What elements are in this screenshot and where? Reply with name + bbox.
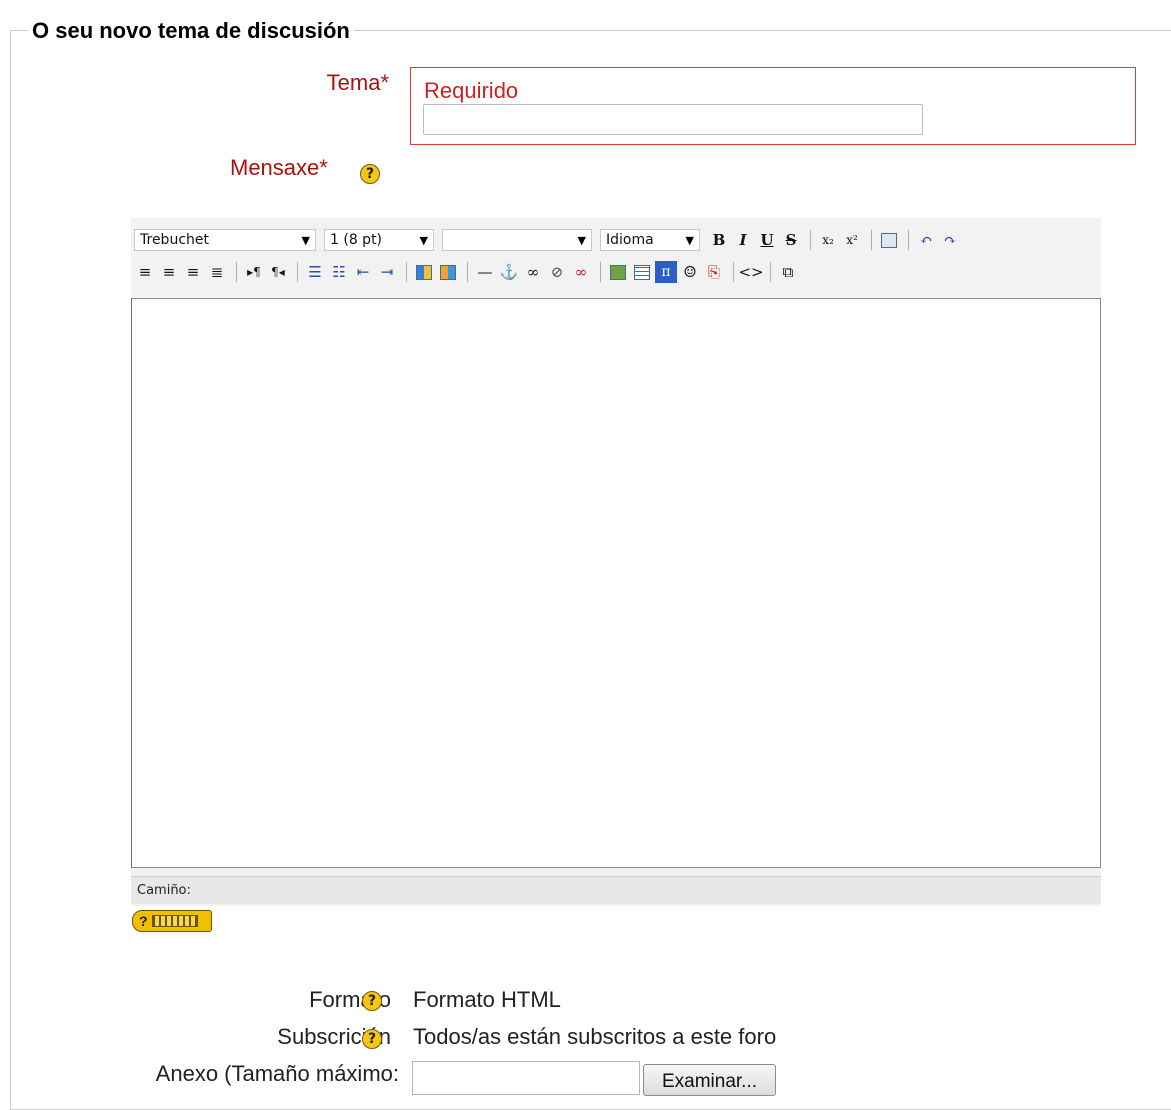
toolbar-separator xyxy=(770,262,771,282)
toolbar-row-2: ≡ ≡ ≡ ≣ ▸¶ ¶◂ ☰ ☷ ⇤ ⇥ — ⚓ ∞ ⊘ ∞ π ☺ ⎘ <>… xyxy=(134,258,801,286)
help-question-icon: ? xyxy=(139,913,148,929)
unlink-icon[interactable]: ⊘ xyxy=(546,261,568,283)
horizontal-rule-icon[interactable]: — xyxy=(474,261,496,283)
attachment-file-input[interactable] xyxy=(412,1061,640,1095)
nolink-icon[interactable]: ∞ xyxy=(570,261,592,283)
toolbar-separator xyxy=(600,262,601,282)
path-label: Camiño: xyxy=(137,883,191,898)
toolbar-separator xyxy=(406,262,407,282)
insert-equation-icon[interactable]: π xyxy=(655,261,677,283)
align-center-icon[interactable]: ≡ xyxy=(158,261,180,283)
anchor-icon[interactable]: ⚓ xyxy=(498,261,520,283)
toolbar-separator xyxy=(467,262,468,282)
fullscreen-icon[interactable]: ⧉ xyxy=(777,261,799,283)
fieldset-legend: O seu novo tema de discusión xyxy=(28,18,354,44)
justify-icon[interactable]: ≣ xyxy=(206,261,228,283)
ltr-icon[interactable]: ▸¶ xyxy=(243,261,265,283)
toolbar-separator xyxy=(297,262,298,282)
chevron-down-icon: ▼ xyxy=(577,233,586,247)
toolbar-separator xyxy=(871,230,872,250)
indent-icon[interactable]: ⇥ xyxy=(376,261,398,283)
keyboard-icon xyxy=(151,915,198,927)
font-family-select[interactable]: Trebuchet ▼ xyxy=(134,229,316,251)
align-left-icon[interactable]: ≡ xyxy=(134,261,156,283)
editor-toolbar: Trebuchet ▼ 1 (8 pt) ▼ ▼ Idioma ▼ B I U … xyxy=(131,218,1101,298)
font-size-value: 1 (8 pt) xyxy=(330,232,383,248)
background-color-icon[interactable] xyxy=(437,261,459,283)
subscricion-help-icon[interactable]: ? xyxy=(362,1029,382,1049)
formato-value: Formato HTML xyxy=(413,987,561,1012)
mensaxe-help-icon[interactable]: ? xyxy=(360,164,380,184)
insert-link-icon[interactable]: ∞ xyxy=(522,261,544,283)
unordered-list-icon[interactable]: ☷ xyxy=(328,261,350,283)
superscript-icon[interactable]: x² xyxy=(841,229,863,251)
toolbar-separator xyxy=(236,262,237,282)
toolbar-row-1: Trebuchet ▼ 1 (8 pt) ▼ ▼ Idioma ▼ B I U … xyxy=(134,226,963,254)
tema-label: Tema* xyxy=(326,70,389,95)
tema-input[interactable] xyxy=(423,104,923,135)
font-size-select[interactable]: 1 (8 pt) ▼ xyxy=(324,229,434,251)
mensaxe-label: Mensaxe* xyxy=(230,155,328,180)
undo-icon[interactable]: ↶ xyxy=(915,229,937,251)
formato-help-icon[interactable]: ? xyxy=(362,991,382,1011)
toolbar-separator xyxy=(908,230,909,250)
heading-select[interactable]: ▼ xyxy=(442,229,592,251)
language-select[interactable]: Idioma ▼ xyxy=(600,229,700,251)
insert-smiley-icon[interactable]: ☺ xyxy=(679,261,701,283)
html-editor: Trebuchet ▼ 1 (8 pt) ▼ ▼ Idioma ▼ B I U … xyxy=(131,218,1101,906)
underline-icon[interactable]: U xyxy=(756,229,778,251)
insert-image-icon[interactable] xyxy=(607,261,629,283)
chevron-down-icon: ▼ xyxy=(685,233,694,247)
ordered-list-icon[interactable]: ☰ xyxy=(304,261,326,283)
editor-content-area[interactable] xyxy=(131,298,1101,868)
paste-word-icon[interactable] xyxy=(878,229,900,251)
language-value: Idioma xyxy=(606,232,654,248)
subscript-icon[interactable]: x₂ xyxy=(817,229,839,251)
editor-path-bar: Camiño: xyxy=(131,876,1101,904)
anexo-label: Anexo (Tamaño máximo: xyxy=(155,1061,399,1086)
text-color-icon[interactable] xyxy=(413,261,435,283)
redo-icon[interactable]: ↷ xyxy=(939,229,961,251)
insert-table-icon[interactable] xyxy=(631,261,653,283)
strikethrough-icon[interactable]: S xyxy=(780,229,802,251)
browse-button[interactable]: Examinar... xyxy=(643,1064,776,1096)
italic-icon[interactable]: I xyxy=(732,229,754,251)
chevron-down-icon: ▼ xyxy=(419,233,428,247)
align-right-icon[interactable]: ≡ xyxy=(182,261,204,283)
search-replace-icon[interactable]: ⎘ xyxy=(703,261,725,283)
toolbar-separator xyxy=(810,230,811,250)
chevron-down-icon: ▼ xyxy=(301,233,310,247)
editor-help-keyboard-icon[interactable]: ? xyxy=(132,910,212,932)
subscricion-value: Todos/as están subscritos a este foro xyxy=(413,1024,777,1049)
rtl-icon[interactable]: ¶◂ xyxy=(267,261,289,283)
tema-error-message: Requirido xyxy=(424,78,519,103)
toolbar-separator xyxy=(733,262,734,282)
outdent-icon[interactable]: ⇤ xyxy=(352,261,374,283)
tema-error-box: Requirido xyxy=(410,67,1136,145)
html-source-icon[interactable]: <> xyxy=(738,261,763,283)
font-family-value: Trebuchet xyxy=(140,232,209,248)
bold-icon[interactable]: B xyxy=(708,229,730,251)
